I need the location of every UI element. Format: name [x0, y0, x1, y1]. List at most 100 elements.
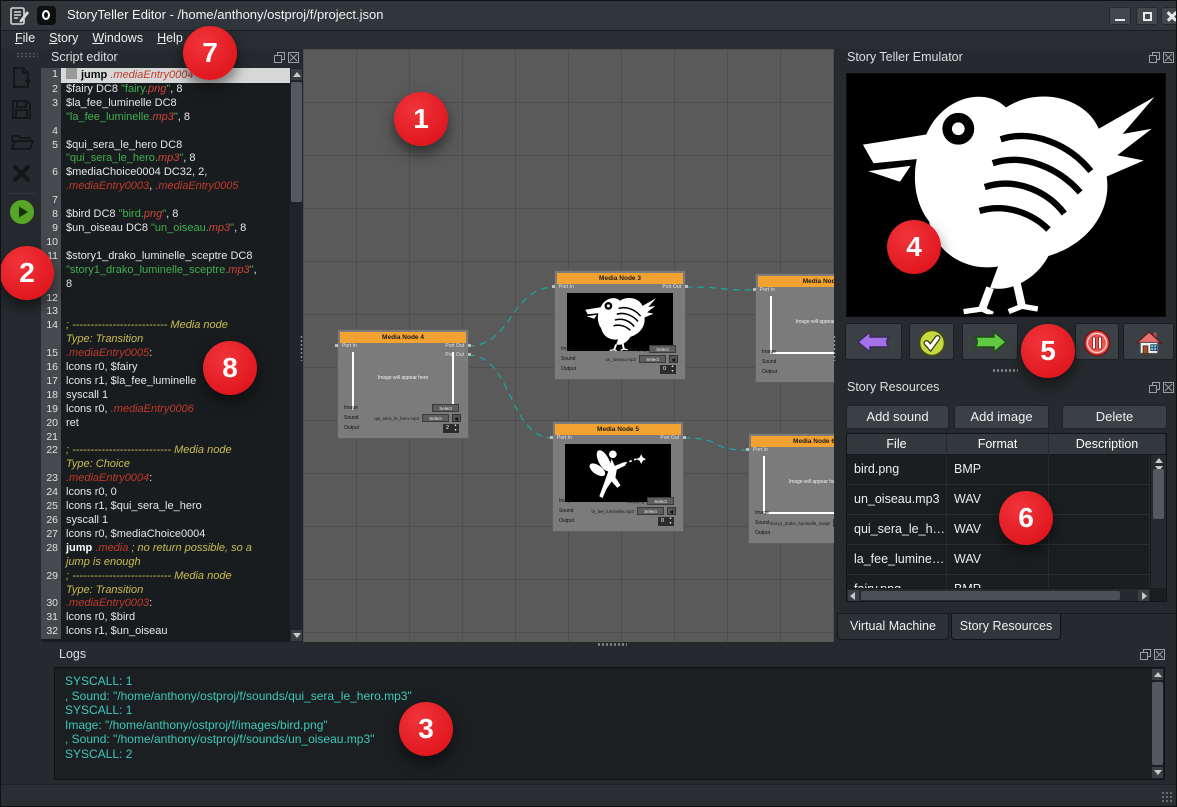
menu-story[interactable]: Story: [49, 31, 78, 45]
run-icon[interactable]: [9, 199, 34, 224]
script-line-23[interactable]: 23.mediaEntry0004:: [41, 472, 290, 486]
script-line-11[interactable]: 11$story1_drako_luminelle_sceptre DC8"st…: [41, 250, 290, 292]
table-horizontal-scrollbar[interactable]: [847, 588, 1150, 601]
splitter-script-canvas[interactable]: [299, 335, 304, 361]
script-line-7[interactable]: 7: [41, 194, 290, 208]
pause-button[interactable]: [1075, 323, 1119, 360]
add-image-button[interactable]: Add image: [954, 405, 1049, 429]
home-button[interactable]: [1123, 323, 1174, 360]
table-row[interactable]: la_fee_lumine…WAV: [847, 545, 1150, 575]
script-line-1[interactable]: 1jump .mediaEntry0004: [41, 68, 290, 83]
close-button[interactable]: [1161, 7, 1177, 25]
script-line-6[interactable]: 6$mediaChoice0004 DC32, 2,.mediaEntry000…: [41, 166, 290, 194]
port-out[interactable]: Port Out: [660, 435, 679, 441]
script-line-3[interactable]: 3$la_fee_luminelle DC8"la_fee_luminelle.…: [41, 97, 290, 125]
select-image-button[interactable]: Select: [647, 497, 674, 505]
select-image-button[interactable]: Select: [649, 345, 676, 353]
table-vertical-scrollbar[interactable]: [1150, 455, 1166, 588]
script-line-12[interactable]: 12: [41, 292, 290, 306]
script-line-22[interactable]: 22; --------------------------- Media no…: [41, 444, 290, 472]
menu-windows[interactable]: Windows: [92, 31, 143, 45]
port-in[interactable]: Port In: [342, 343, 357, 349]
table-row[interactable]: fairy.pngBMP: [847, 575, 1150, 588]
media-node[interactable]: Media Node 3Port InPort Out Imagebird.pn…: [555, 271, 685, 379]
script-line-21[interactable]: 21: [41, 431, 290, 445]
speaker-icon[interactable]: [669, 355, 678, 363]
media-node[interactable]: Media NodePort InPort Out Image will app…: [756, 274, 834, 382]
logs-scrollbar[interactable]: [1151, 668, 1164, 779]
script-line-5[interactable]: 5$qui_sera_le_hero DC8"qui_sera_le_hero.…: [41, 139, 290, 167]
column-header-file[interactable]: File: [847, 434, 947, 454]
tab-story-resources[interactable]: Story Resources: [951, 614, 1061, 640]
previous-button[interactable]: [845, 323, 902, 360]
script-line-28[interactable]: 28jump .media ; no return possible, so a…: [41, 542, 290, 570]
media-node[interactable]: Media Node 6Port InPort Out Image will a…: [749, 434, 834, 543]
close-panel-icon[interactable]: [1163, 52, 1174, 63]
delete-button[interactable]: Delete: [1062, 405, 1167, 429]
resize-grip[interactable]: [1161, 791, 1173, 803]
port-in[interactable]: Port In: [753, 447, 768, 453]
script-line-32[interactable]: 32lcons r1, $un_oiseau: [41, 625, 290, 639]
ok-button[interactable]: [909, 323, 954, 360]
port-in[interactable]: Port In: [559, 284, 574, 290]
port-in[interactable]: Port In: [557, 435, 572, 441]
select-image-button[interactable]: Select: [432, 404, 459, 412]
titlebar[interactable]: StoryTeller Editor - /home/anthony/ostpr…: [1, 1, 1176, 31]
close-panel-icon[interactable]: [288, 52, 299, 63]
open-folder-icon[interactable]: [9, 129, 34, 154]
script-line-2[interactable]: 2$fairy DC8 "fairy.png", 8: [41, 83, 290, 97]
script-line-25[interactable]: 25lcons r1, $qui_sera_le_hero: [41, 500, 290, 514]
node-title[interactable]: Media Node 5: [555, 424, 681, 435]
close-project-icon[interactable]: [9, 161, 34, 186]
script-line-20[interactable]: 20ret: [41, 417, 290, 431]
splitter-emulator-resources[interactable]: [992, 368, 1018, 373]
float-panel-icon[interactable]: [274, 52, 285, 63]
port-in[interactable]: Port In: [760, 287, 775, 293]
script-line-26[interactable]: 26syscall 1: [41, 514, 290, 528]
node-title[interactable]: Media Node 4: [340, 332, 466, 343]
column-header-description[interactable]: Description: [1049, 434, 1166, 454]
minimize-button[interactable]: [1109, 7, 1131, 25]
menu-help[interactable]: Help: [157, 31, 183, 45]
menu-file[interactable]: File: [15, 31, 35, 45]
script-line-24[interactable]: 24lcons r0, 0: [41, 486, 290, 500]
script-line-10[interactable]: 10: [41, 236, 290, 250]
script-line-8[interactable]: 8$bird DC8 "bird.png", 8: [41, 208, 290, 222]
select-sound-button[interactable]: Select: [422, 414, 449, 422]
script-line-13[interactable]: 13: [41, 305, 290, 319]
float-panel-icon[interactable]: [1149, 382, 1160, 393]
script-line-14[interactable]: 14; -------------------------- Media nod…: [41, 319, 290, 347]
toolbar-grip[interactable]: [16, 52, 38, 58]
output-spinbox[interactable]: 0 ▲▼: [658, 517, 674, 526]
select-sound-button[interactable]: Select: [639, 355, 666, 363]
close-panel-icon[interactable]: [1163, 382, 1174, 393]
script-line-9[interactable]: 9$un_oiseau DC8 "un_oiseau.mp3", 8: [41, 222, 290, 236]
logs-output[interactable]: SYSCALL: 1, Sound: "/home/anthony/ostpro…: [54, 667, 1165, 780]
node-graph-canvas[interactable]: Media Node 4Port InPort OutPort Out Imag…: [303, 49, 834, 642]
float-panel-icon[interactable]: [1149, 52, 1160, 63]
script-line-29[interactable]: 29; --------------------------- Media no…: [41, 570, 290, 598]
select-sound-button[interactable]: Select: [833, 519, 834, 527]
node-title[interactable]: Media Node 3: [557, 273, 683, 284]
close-panel-icon[interactable]: [1154, 649, 1165, 660]
media-node[interactable]: Media Node 4Port InPort OutPort Out Imag…: [338, 330, 468, 438]
add-sound-button[interactable]: Add sound: [846, 405, 949, 429]
save-icon[interactable]: [9, 97, 34, 122]
node-title[interactable]: Media Node 6: [751, 436, 834, 447]
maximize-button[interactable]: [1136, 7, 1158, 25]
port-out[interactable]: Port Out: [662, 284, 681, 290]
column-header-format[interactable]: Format: [947, 434, 1049, 454]
script-line-18[interactable]: 18syscall 1: [41, 389, 290, 403]
script-line-4[interactable]: 4: [41, 125, 290, 139]
script-line-19[interactable]: 19lcons r0, .mediaEntry0006: [41, 403, 290, 417]
table-row[interactable]: un_oiseau.mp3WAV: [847, 485, 1150, 515]
speaker-icon[interactable]: [452, 414, 461, 422]
output-spinbox[interactable]: 2 ▲▼: [443, 424, 459, 433]
script-line-30[interactable]: 30.mediaEntry0003:: [41, 597, 290, 611]
tab-virtual-machine[interactable]: Virtual Machine: [837, 614, 949, 640]
float-panel-icon[interactable]: [1140, 649, 1151, 660]
output-spinbox[interactable]: 0 ▲▼: [660, 365, 676, 374]
port-out[interactable]: Port Out: [445, 343, 464, 349]
media-node[interactable]: Media Node 5Port InPort Out Imagefairy.p…: [553, 422, 683, 531]
new-document-icon[interactable]: [9, 65, 34, 90]
